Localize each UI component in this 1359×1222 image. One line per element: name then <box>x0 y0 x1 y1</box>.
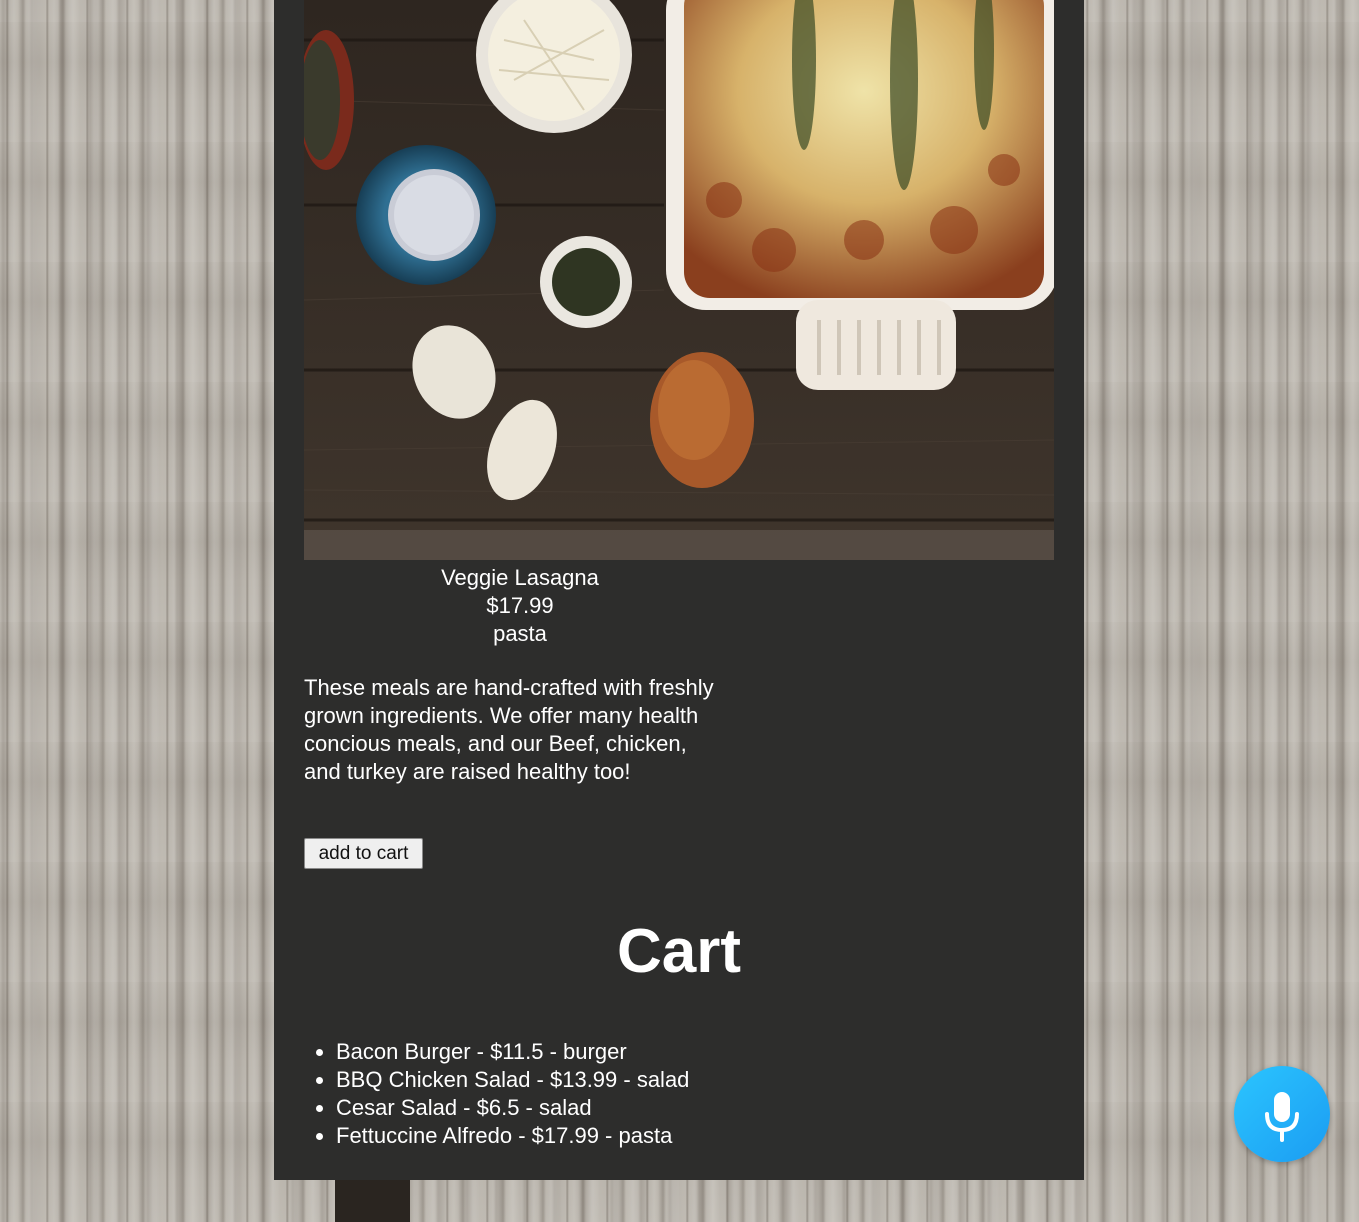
cart-item: BBQ Chicken Salad - $13.99 - salad <box>336 1066 689 1094</box>
product-panel: Veggie Lasagna $17.99 pasta These meals … <box>274 0 1084 1180</box>
lasagna-photo-illustration <box>304 0 1054 560</box>
cart-item: Fettuccine Alfredo - $17.99 - pasta <box>336 1122 689 1150</box>
microphone-icon <box>1265 1092 1299 1142</box>
cart-item: Cesar Salad - $6.5 - salad <box>336 1094 689 1122</box>
product-image <box>304 0 1054 560</box>
product-description: These meals are hand-crafted with freshl… <box>304 675 714 784</box>
voice-input-button[interactable] <box>1234 1066 1330 1162</box>
product-name: Veggie Lasagna <box>441 565 599 590</box>
product-category: pasta <box>493 621 547 646</box>
cart-item: Bacon Burger - $11.5 - burger <box>336 1038 689 1066</box>
product-price: $17.99 <box>486 593 554 618</box>
add-to-cart-button[interactable]: add to cart <box>304 838 423 869</box>
cart-title: Cart <box>616 917 742 986</box>
background-shadow <box>335 1180 410 1222</box>
cart-list: Bacon Burger - $11.5 - burger BBQ Chicke… <box>336 1038 689 1150</box>
product-info: Veggie Lasagna $17.99 pasta <box>304 564 736 648</box>
